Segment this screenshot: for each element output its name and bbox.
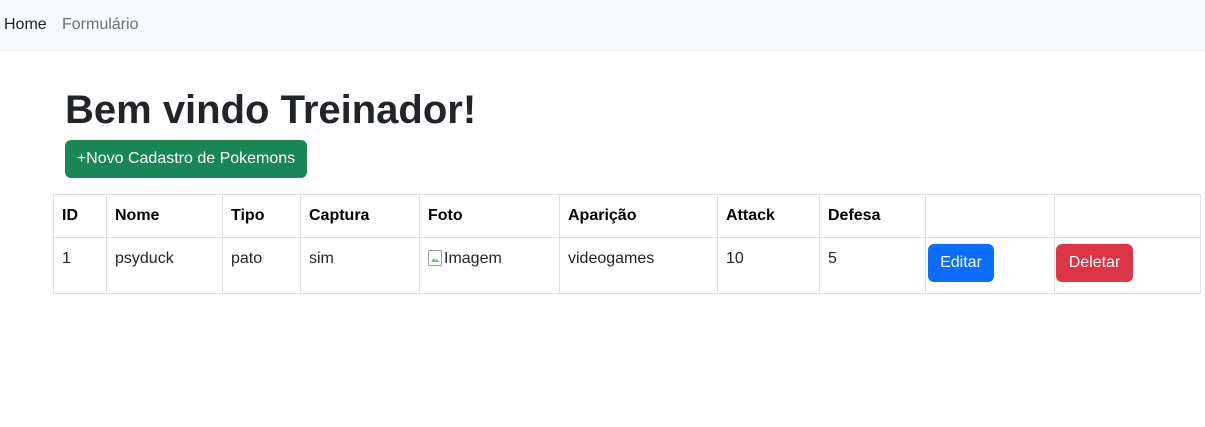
nav-home-link[interactable]: Home xyxy=(4,15,47,35)
cell-id: 1 xyxy=(53,237,107,294)
header-foto: Foto xyxy=(419,194,560,238)
delete-button[interactable]: Deletar xyxy=(1056,244,1133,282)
header-aparicao: Aparição xyxy=(559,194,718,238)
header-nome: Nome xyxy=(106,194,223,238)
table-header-row: ID Nome Tipo Captura Foto Aparição Attac… xyxy=(53,194,1201,238)
cell-aparicao: videogames xyxy=(559,237,718,294)
header-id: ID xyxy=(53,194,107,238)
cell-tipo: pato xyxy=(222,237,301,294)
pokemon-photo: Imagem xyxy=(428,238,502,280)
cell-defesa: 5 xyxy=(819,237,926,294)
broken-image-icon xyxy=(428,250,442,266)
pokemon-table: ID Nome Tipo Captura Foto Aparição Attac… xyxy=(53,194,1201,294)
edit-button[interactable]: Editar xyxy=(928,244,994,282)
photo-alt-text: Imagem xyxy=(444,250,502,267)
cell-foto: Imagem xyxy=(419,237,560,294)
header-attack: Attack xyxy=(717,194,820,238)
header-edit-col xyxy=(925,194,1055,238)
top-navbar: Home Formulário xyxy=(0,0,1205,52)
cell-captura: sim xyxy=(300,237,420,294)
cell-nome: psyduck xyxy=(106,237,223,294)
nav-form-link[interactable]: Formulário xyxy=(62,15,138,35)
header-captura: Captura xyxy=(300,194,420,238)
header-defesa: Defesa xyxy=(819,194,926,238)
page-title: Bem vindo Treinador! xyxy=(65,88,477,132)
cell-attack: 10 xyxy=(717,237,820,294)
table-row: 1 psyduck pato sim Imagem videogames 10 … xyxy=(53,237,1201,294)
new-pokemon-button[interactable]: +Novo Cadastro de Pokemons xyxy=(65,140,307,178)
header-tipo: Tipo xyxy=(222,194,301,238)
header-delete-col xyxy=(1054,194,1201,238)
